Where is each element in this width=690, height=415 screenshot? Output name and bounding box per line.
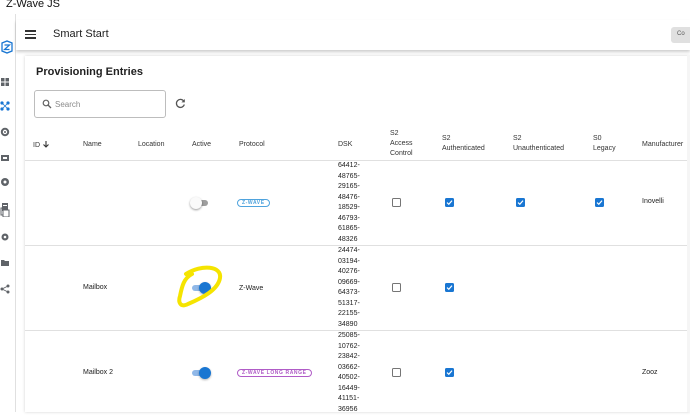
share-icon[interactable] bbox=[0, 284, 10, 294]
protocol-label: Z-Wave bbox=[239, 285, 264, 292]
row-name: Mailbox bbox=[83, 284, 108, 291]
search-input[interactable] bbox=[55, 97, 155, 111]
row-dsk: 24474- 03194- 40276- 09669- 64373- 51317- 221… bbox=[338, 247, 360, 328]
row-dsk: 64412- 48765- 29165- 48476- 18529- 46793- 618… bbox=[338, 162, 360, 243]
copy-icon[interactable] bbox=[0, 207, 10, 218]
column-header-manufacturer[interactable]: Manufacturer bbox=[642, 140, 683, 150]
dashboard-icon[interactable] bbox=[0, 77, 10, 87]
s2-authenticated-checkbox[interactable] bbox=[445, 283, 454, 292]
protocol-chip: Z-WAVE bbox=[237, 199, 270, 207]
smart-start-icon[interactable] bbox=[0, 101, 10, 111]
s2-authenticated-checkbox[interactable] bbox=[445, 198, 454, 207]
column-header-s2-authenticated[interactable]: S2 Authenticated bbox=[442, 134, 485, 154]
active-toggle[interactable] bbox=[190, 282, 211, 294]
window-title: Z-Wave JS bbox=[6, 0, 60, 10]
s2-authenticated-checkbox[interactable] bbox=[445, 368, 454, 377]
column-header-location[interactable]: Location bbox=[138, 140, 164, 150]
active-toggle[interactable] bbox=[190, 367, 211, 379]
s2-access-control-checkbox[interactable] bbox=[392, 283, 401, 292]
folder-icon[interactable] bbox=[0, 258, 10, 268]
row-dsk: 25085- 10762- 23842- 03662- 40502- 16449- 411… bbox=[338, 332, 360, 413]
row-name: Mailbox 2 bbox=[83, 369, 113, 376]
menu-icon[interactable] bbox=[25, 30, 36, 39]
search-field[interactable] bbox=[34, 90, 166, 118]
column-header-s2-unauthenticated[interactable]: S2 Unauthenticated bbox=[513, 134, 564, 154]
app-bar: Smart Start Co bbox=[16, 20, 690, 50]
window-titlebar: Z-Wave JS bbox=[0, 0, 690, 14]
s2-access-control-checkbox[interactable] bbox=[392, 368, 401, 377]
active-toggle[interactable] bbox=[190, 197, 210, 209]
s2-access-control-checkbox[interactable] bbox=[392, 198, 401, 207]
sidebar bbox=[0, 14, 16, 412]
sort-arrow-icon[interactable] bbox=[42, 140, 50, 148]
gear-icon[interactable] bbox=[0, 232, 10, 242]
provisioning-card: Provisioning Entries ID Name Location Ac… bbox=[25, 56, 690, 413]
column-header-s2-access-control[interactable]: S2 Access Control bbox=[390, 129, 413, 159]
column-header-dsk[interactable]: DSK bbox=[338, 140, 352, 150]
protocol-chip: Z-WAVE LONG RANGE bbox=[237, 369, 312, 377]
s2-unauthenticated-checkbox[interactable] bbox=[516, 198, 525, 207]
row-manufacturer: Zooz bbox=[642, 369, 658, 376]
settings-icon[interactable] bbox=[0, 127, 10, 137]
column-header-id[interactable]: ID bbox=[33, 140, 50, 151]
column-header-protocol[interactable]: Protocol bbox=[239, 140, 265, 150]
column-header-active[interactable]: Active bbox=[192, 140, 211, 150]
debug-icon[interactable] bbox=[0, 177, 10, 187]
column-header-s0-legacy[interactable]: S0 Legacy bbox=[593, 134, 616, 154]
app-bar-title: Smart Start bbox=[53, 28, 109, 40]
column-header-name[interactable]: Name bbox=[83, 140, 102, 150]
search-icon bbox=[42, 99, 52, 109]
zwave-logo-icon[interactable] bbox=[0, 40, 14, 54]
s0-legacy-checkbox[interactable] bbox=[595, 198, 604, 207]
page-title: Provisioning Entries bbox=[36, 66, 143, 78]
row-manufacturer: Inovelli bbox=[642, 198, 664, 205]
scenes-icon[interactable] bbox=[0, 153, 10, 163]
app-bar-button[interactable]: Co bbox=[671, 27, 690, 43]
refresh-icon[interactable] bbox=[175, 98, 186, 109]
